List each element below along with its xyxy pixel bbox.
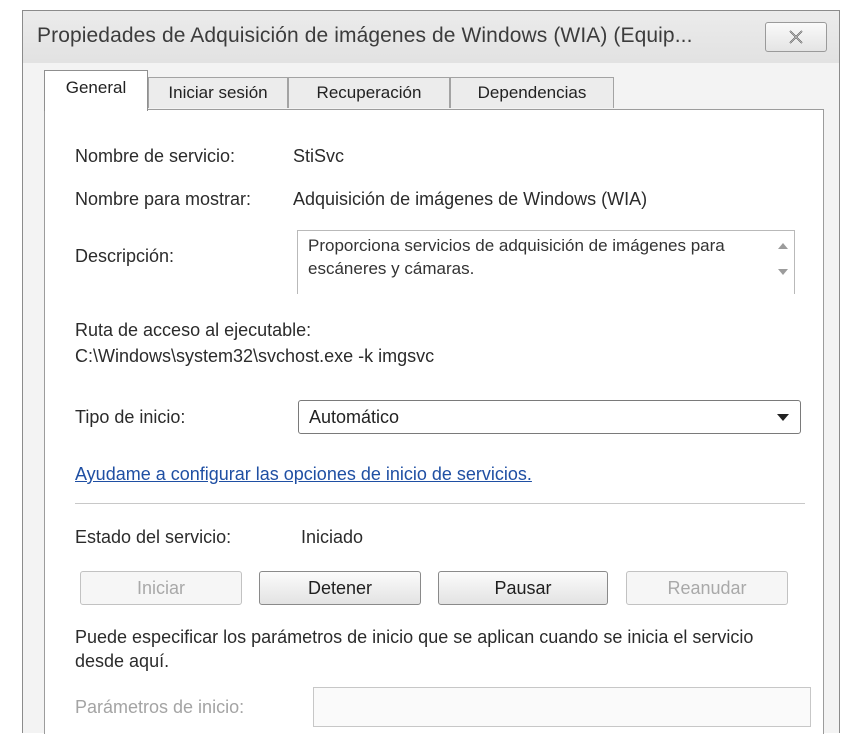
scroll-down-icon[interactable] xyxy=(778,269,788,275)
tab-strip: General Iniciar sesión Recuperación Depe… xyxy=(44,70,824,111)
tab-recuperacion[interactable]: Recuperación xyxy=(288,77,450,108)
description-text: Proporciona servicios de adquisición de … xyxy=(308,236,725,278)
close-icon xyxy=(787,29,805,45)
divider xyxy=(75,503,805,504)
window-title: Propiedades de Adquisición de imágenes d… xyxy=(37,24,693,47)
tab-general[interactable]: General xyxy=(44,70,148,111)
display-name-label: Nombre para mostrar: xyxy=(75,189,252,209)
scroll-up-icon[interactable] xyxy=(778,243,788,249)
start-button[interactable]: Iniciar xyxy=(80,571,242,605)
service-status-label: Estado del servicio: xyxy=(75,527,232,547)
stop-button[interactable]: Detener xyxy=(259,571,421,605)
service-name-value: StiSvc xyxy=(293,146,345,166)
tab-iniciar-sesion[interactable]: Iniciar sesión xyxy=(148,77,288,108)
service-properties-window: Propiedades de Adquisición de imágenes d… xyxy=(22,10,840,734)
exe-path-label: Ruta de acceso al ejecutable: xyxy=(75,320,312,340)
close-button[interactable] xyxy=(765,22,827,52)
service-status-value: Iniciado xyxy=(301,527,364,547)
display-name-value: Adquisición de imágenes de Windows (WIA) xyxy=(293,189,648,209)
general-tab-panel: Nombre de servicio: StiSvc Nombre para m… xyxy=(44,109,824,734)
description-scrollbar[interactable] xyxy=(772,231,794,294)
startup-type-select[interactable]: Automático xyxy=(298,400,801,434)
help-link[interactable]: Ayudame a configurar las opciones de ini… xyxy=(75,464,532,485)
start-params-note: Puede especificar los parámetros de inic… xyxy=(75,627,754,671)
startup-type-label: Tipo de inicio: xyxy=(75,407,186,427)
start-params-input[interactable] xyxy=(313,687,811,727)
pause-button[interactable]: Pausar xyxy=(438,571,608,605)
start-params-label: Parámetros de inicio: xyxy=(75,697,245,717)
startup-type-value: Automático xyxy=(309,407,400,427)
exe-path-value: C:\Windows\system32\svchost.exe -k imgsv… xyxy=(75,346,435,366)
description-box[interactable]: Proporciona servicios de adquisición de … xyxy=(297,230,795,294)
tab-dependencias[interactable]: Dependencias xyxy=(450,77,614,108)
description-label: Descripción: xyxy=(75,246,175,266)
service-name-label: Nombre de servicio: xyxy=(75,146,236,166)
chevron-down-icon xyxy=(777,414,789,421)
resume-button[interactable]: Reanudar xyxy=(626,571,788,605)
title-bar[interactable]: Propiedades de Adquisición de imágenes d… xyxy=(23,11,839,63)
